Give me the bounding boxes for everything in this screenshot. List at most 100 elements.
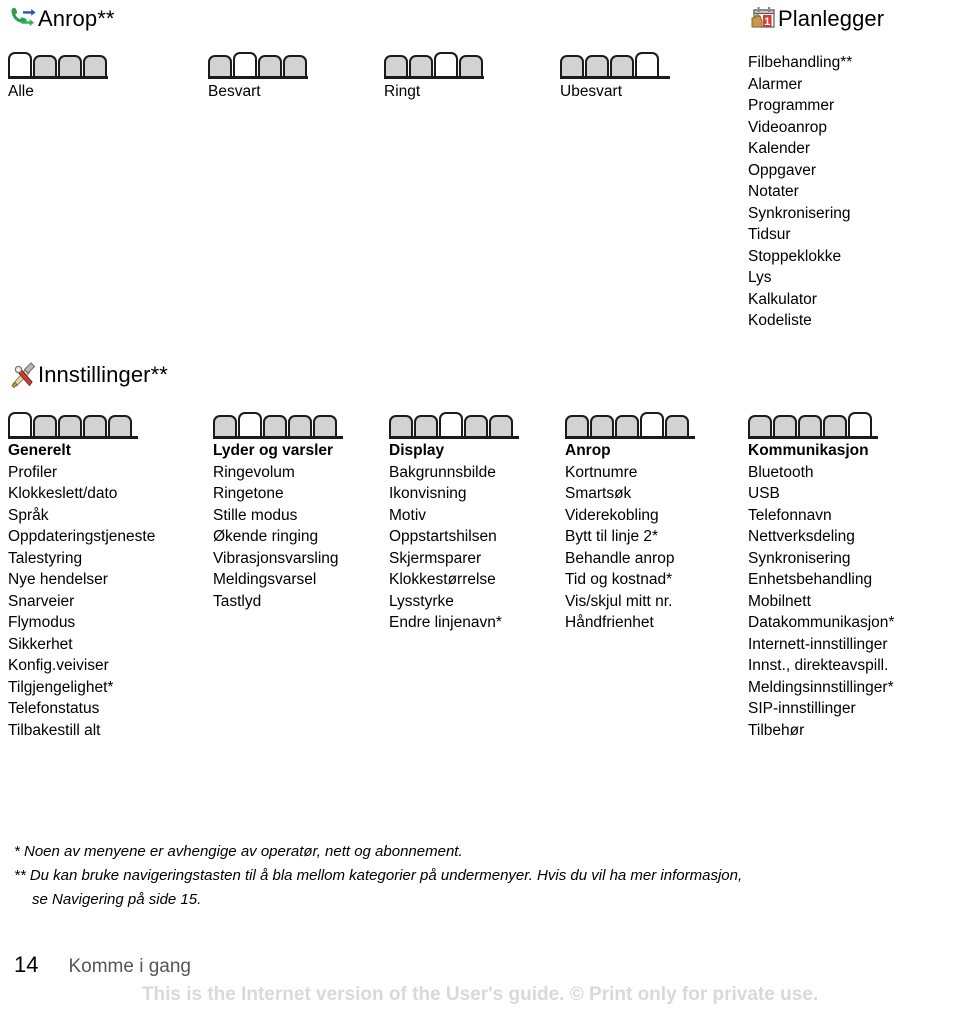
- tab-shape: [83, 415, 107, 436]
- menu-item[interactable]: Språk: [8, 505, 155, 527]
- settings-column-lyder[interactable]: Lyder og varsler Ringevolum Ringetone Still…: [213, 440, 339, 612]
- menu-item[interactable]: Programmer: [748, 95, 852, 117]
- tabgroup-anrop-settings[interactable]: [565, 412, 695, 442]
- menu-item[interactable]: Nettverksdeling: [748, 526, 894, 548]
- menu-item[interactable]: Viderekobling: [565, 505, 674, 527]
- footnotes: * Noen av menyene er avhengige av operat…: [14, 840, 944, 912]
- menu-item[interactable]: Nye hendelser: [8, 569, 155, 591]
- menu-item[interactable]: Bluetooth: [748, 462, 894, 484]
- tab-shape: [489, 415, 513, 436]
- tabgroup-ubesvart[interactable]: Ubesvart: [560, 52, 670, 100]
- menu-item[interactable]: Bytt til linje 2*: [565, 526, 674, 548]
- menu-item[interactable]: Oppgaver: [748, 160, 852, 182]
- planlegger-section-header: 1 Planlegger: [748, 4, 884, 34]
- menu-item[interactable]: Innst., direkteavspill.: [748, 655, 894, 677]
- menu-item[interactable]: Videoanrop: [748, 117, 852, 139]
- menu-item[interactable]: Telefonnavn: [748, 505, 894, 527]
- tabgroup-alle[interactable]: Alle: [8, 52, 108, 100]
- menu-item[interactable]: Kortnumre: [565, 462, 674, 484]
- menu-item[interactable]: Stille modus: [213, 505, 339, 527]
- tabgroup-display[interactable]: [389, 412, 519, 442]
- menu-item[interactable]: Tastlyd: [213, 591, 339, 613]
- tab-baseline: [560, 76, 670, 79]
- menu-item[interactable]: Oppdateringstjeneste: [8, 526, 155, 548]
- tab-baseline: [213, 436, 343, 439]
- tab-shape-active: [233, 52, 257, 76]
- menu-item[interactable]: Tilgjengelighet*: [8, 677, 155, 699]
- menu-item[interactable]: Lys: [748, 267, 852, 289]
- menu-item[interactable]: Meldingsinnstillinger*: [748, 677, 894, 699]
- tab-shapes: [748, 412, 878, 436]
- menu-item[interactable]: Profiler: [8, 462, 155, 484]
- settings-column-generelt[interactable]: Generelt Profiler Klokkeslett/dato Språk Opp…: [8, 440, 155, 741]
- menu-item[interactable]: Tidsur: [748, 224, 852, 246]
- tabgroup-generelt[interactable]: [8, 412, 138, 442]
- tab-shape: [384, 55, 408, 76]
- menu-item[interactable]: Mobilnett: [748, 591, 894, 613]
- menu-item[interactable]: Behandle anrop: [565, 548, 674, 570]
- settings-column-anrop[interactable]: Anrop Kortnumre Smartsøk Viderekobling Bytt …: [565, 440, 674, 634]
- tab-shapes: [8, 412, 138, 436]
- menu-item[interactable]: Alarmer: [748, 74, 852, 96]
- menu-item[interactable]: Internett-innstillinger: [748, 634, 894, 656]
- menu-item[interactable]: Sikkerhet: [8, 634, 155, 656]
- tab-shape: [83, 55, 107, 76]
- menu-item[interactable]: Stoppeklokke: [748, 246, 852, 268]
- menu-item[interactable]: Vibrasjonsvarsling: [213, 548, 339, 570]
- tabgroup-label: Ringt: [384, 83, 421, 100]
- menu-item[interactable]: Oppstartshilsen: [389, 526, 502, 548]
- menu-item[interactable]: Håndfrienhet: [565, 612, 674, 634]
- menu-item[interactable]: Notater: [748, 181, 852, 203]
- menu-item[interactable]: Filbehandling**: [748, 52, 852, 74]
- menu-item[interactable]: Smartsøk: [565, 483, 674, 505]
- menu-item[interactable]: Synkronisering: [748, 203, 852, 225]
- menu-item[interactable]: Lysstyrke: [389, 591, 502, 613]
- menu-item[interactable]: Meldingsvarsel: [213, 569, 339, 591]
- menu-item[interactable]: Klokkeslett/dato: [8, 483, 155, 505]
- menu-item[interactable]: Datakommunikasjon*: [748, 612, 894, 634]
- menu-item[interactable]: Ringevolum: [213, 462, 339, 484]
- tab-shape: [773, 415, 797, 436]
- menu-item[interactable]: Flymodus: [8, 612, 155, 634]
- menu-item[interactable]: Snarveier: [8, 591, 155, 613]
- menu-item[interactable]: USB: [748, 483, 894, 505]
- menu-item[interactable]: Konfig.veiviser: [8, 655, 155, 677]
- menu-item[interactable]: Tid og kostnad*: [565, 569, 674, 591]
- menu-item[interactable]: Synkronisering: [748, 548, 894, 570]
- menu-item[interactable]: Økende ringing: [213, 526, 339, 548]
- tabgroup-label: Besvart: [208, 83, 261, 100]
- footnote-single-star: * Noen av menyene er avhengige av operat…: [14, 843, 463, 860]
- menu-item[interactable]: Motiv: [389, 505, 502, 527]
- tab-shape: [748, 415, 772, 436]
- page-footer: 14 Komme i gang: [14, 952, 191, 978]
- tabgroup-kommunikasjon[interactable]: [748, 412, 878, 442]
- menu-item[interactable]: Kalkulator: [748, 289, 852, 311]
- chapter-name: Komme i gang: [68, 956, 191, 977]
- menu-item[interactable]: Talestyring: [8, 548, 155, 570]
- menu-item[interactable]: Kalender: [748, 138, 852, 160]
- tab-shape-active: [439, 412, 463, 436]
- column-heading: Kommunikasjon: [748, 442, 869, 459]
- tabgroup-lyder[interactable]: [213, 412, 343, 442]
- menu-item[interactable]: Skjermsparer: [389, 548, 502, 570]
- menu-item[interactable]: SIP-innstillinger: [748, 698, 894, 720]
- tabgroup-besvart[interactable]: Besvart: [208, 52, 308, 100]
- call-log-icon: [8, 4, 38, 34]
- tab-shape: [58, 415, 82, 436]
- menu-item[interactable]: Tilbakestill alt: [8, 720, 155, 742]
- menu-item[interactable]: Endre linjenavn*: [389, 612, 502, 634]
- menu-item[interactable]: Tilbehør: [748, 720, 894, 742]
- menu-item[interactable]: Enhetsbehandling: [748, 569, 894, 591]
- menu-item[interactable]: Bakgrunnsbilde: [389, 462, 502, 484]
- planlegger-menu-list[interactable]: Filbehandling** Alarmer Programmer Videoanr…: [748, 52, 852, 332]
- menu-item[interactable]: Kodeliste: [748, 310, 852, 332]
- menu-item[interactable]: Ringetone: [213, 483, 339, 505]
- tabgroup-ringt[interactable]: Ringt: [384, 52, 484, 100]
- settings-column-display[interactable]: Display Bakgrunnsbilde Ikonvisning Motiv Opp…: [389, 440, 502, 634]
- settings-column-kommunikasjon[interactable]: Kommunikasjon Bluetooth USB Telefonnavn Nett…: [748, 440, 894, 741]
- menu-item[interactable]: Telefonstatus: [8, 698, 155, 720]
- menu-item[interactable]: Vis/skjul mitt nr.: [565, 591, 674, 613]
- menu-item[interactable]: Klokkestørrelse: [389, 569, 502, 591]
- menu-item[interactable]: Ikonvisning: [389, 483, 502, 505]
- innstillinger-title: Innstillinger**: [38, 362, 168, 387]
